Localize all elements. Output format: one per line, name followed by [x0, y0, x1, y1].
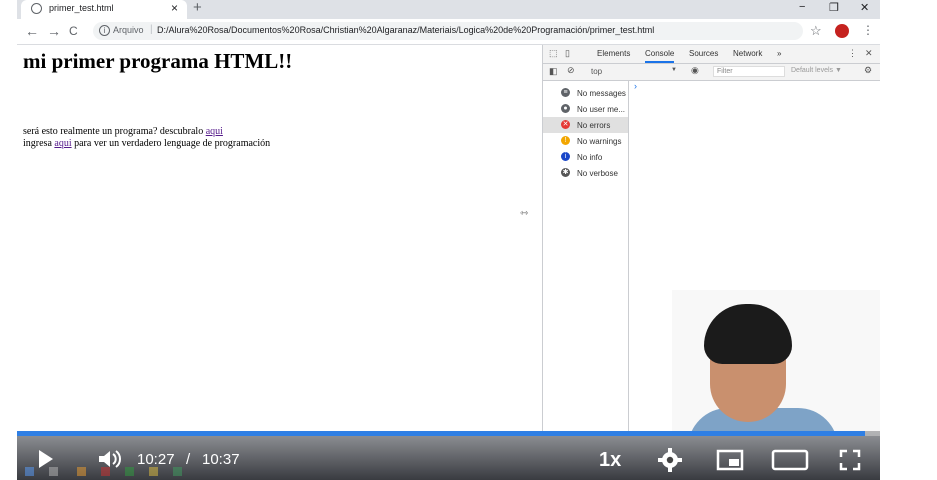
video-frame: primer_test.html × + − ❐ ✕ ← → C i Arqui… [17, 0, 880, 480]
picture-in-picture-icon[interactable] [716, 449, 744, 471]
list-icon: ≡ [561, 88, 570, 97]
link-aqui-2[interactable]: aqui [54, 138, 71, 149]
settings-gear-icon[interactable] [657, 447, 683, 473]
paragraph-line-1: será esto realmente un programa? descubr… [23, 126, 223, 137]
page-heading: mi primer programa HTML!! [23, 49, 293, 73]
devtools-tabbar: ⬚ ▯ Elements Console Sources Network » ⋮… [543, 45, 880, 64]
sidebar-item-label: No verbose [577, 169, 618, 178]
tab-title: primer_test.html [49, 3, 114, 13]
globe-icon [31, 3, 42, 14]
console-filter-bar: ◧ ⊘ top ▼ ◉ Filter Default levels ▼ ⚙ [543, 64, 880, 81]
line2-pre: ingresa [23, 138, 55, 149]
profile-avatar[interactable] [835, 24, 849, 38]
address-bar[interactable]: i Arquivo | D:/Alura%20Rosa/Documentos%2… [93, 22, 803, 40]
sidebar-item-label: No errors [577, 121, 611, 130]
address-separator: | [150, 24, 153, 35]
taskbar-app-icon [125, 467, 134, 476]
sidebar-toggle-icon[interactable]: ◧ [549, 66, 558, 77]
console-filter-info[interactable]: i No info [543, 149, 628, 165]
log-levels-select[interactable]: Default levels ▼ [791, 67, 842, 74]
resize-handle-icon[interactable]: ⇿ [520, 208, 528, 219]
clear-console-icon[interactable]: ⊘ [567, 65, 575, 76]
line1-text: será esto realmente un programa? descubr… [23, 126, 206, 137]
taskbar-app-icon [101, 467, 110, 476]
sidebar-item-label: No info [577, 153, 603, 162]
line2-post: para ver un verdadero lenguage de progra… [71, 138, 271, 149]
taskbar-app-icon [173, 467, 182, 476]
progress-track[interactable] [17, 431, 880, 436]
info-icon: i [561, 152, 570, 161]
new-tab-button[interactable]: + [193, 0, 202, 16]
tab-sources[interactable]: Sources [689, 49, 718, 58]
presenter-webcam [672, 290, 880, 431]
devtools-close-icon[interactable]: ✕ [865, 48, 873, 59]
more-tabs-button[interactable]: » [777, 49, 781, 58]
info-icon[interactable]: i [99, 25, 110, 36]
context-caret-icon[interactable]: ▼ [671, 67, 677, 73]
forward-button[interactable]: → [47, 23, 61, 39]
browser-tab[interactable]: primer_test.html × [21, 0, 187, 19]
reload-button[interactable]: C [69, 24, 78, 38]
browser-toolbar: ← → C i Arquivo | D:/Alura%20Rosa/Docume… [17, 19, 880, 45]
warning-icon: ! [561, 136, 570, 145]
scheme-label: Arquivo [113, 25, 144, 35]
console-filter-bug[interactable]: ✱ No verbose [543, 165, 628, 181]
link-aqui-1[interactable]: aqui [206, 126, 223, 137]
console-filter-error[interactable]: ✕ No errors [543, 117, 628, 133]
playback-speed-button[interactable]: 1x [599, 449, 621, 472]
console-settings-icon[interactable]: ⚙ [864, 65, 872, 76]
tab-close-button[interactable]: × [171, 1, 178, 15]
eye-icon[interactable]: ◉ [691, 65, 699, 76]
console-sidebar: ≡ No messages ● No user me... ✕ No errors! No … [543, 81, 629, 431]
console-filter-input[interactable]: Filter [713, 66, 785, 77]
tab-console[interactable]: Console [645, 49, 675, 63]
taskbar-app-icon [149, 467, 158, 476]
bug-icon: ✱ [561, 168, 570, 177]
taskbar-app-icon [77, 467, 86, 476]
tab-strip: primer_test.html × + − ❐ ✕ [17, 0, 880, 19]
console-filter-warning[interactable]: ! No warnings [543, 133, 628, 149]
tab-elements[interactable]: Elements [597, 49, 630, 58]
inspect-icon[interactable]: ⬚ [549, 48, 558, 59]
progress-fill [17, 431, 866, 436]
console-filter-user[interactable]: ● No user me... [543, 101, 628, 117]
background-taskbar [17, 462, 227, 480]
browser-menu-button[interactable]: ⋮ [862, 23, 874, 37]
tab-network[interactable]: Network [733, 49, 762, 58]
device-toggle-icon[interactable]: ▯ [565, 48, 570, 59]
sidebar-item-label: No messages [577, 89, 626, 98]
fullscreen-icon[interactable] [839, 449, 861, 471]
close-window-button[interactable]: ✕ [860, 1, 869, 14]
windows-start-icon [25, 467, 34, 476]
sidebar-item-label: No warnings [577, 137, 622, 146]
console-prompt-icon[interactable]: › [634, 81, 637, 91]
bookmark-star-icon[interactable]: ☆ [810, 23, 822, 39]
user-icon: ● [561, 104, 570, 113]
back-button[interactable]: ← [25, 23, 39, 39]
sidebar-item-label: No user me... [577, 105, 626, 114]
web-page: mi primer programa HTML!! será esto real… [17, 45, 542, 431]
theater-mode-icon[interactable] [771, 449, 809, 471]
error-icon: ✕ [561, 120, 570, 129]
minimize-button[interactable]: − [799, 1, 805, 13]
paragraph-line-2: ingresa aqui para ver un verdadero lengu… [23, 138, 270, 149]
taskview-icon [49, 467, 58, 476]
devtools-menu-icon[interactable]: ⋮ [848, 48, 857, 59]
console-filter-list[interactable]: ≡ No messages [543, 85, 628, 101]
url-text[interactable]: D:/Alura%20Rosa/Documentos%20Rosa/Christ… [157, 25, 654, 35]
context-select[interactable]: top [591, 67, 602, 76]
restore-button[interactable]: ❐ [829, 1, 839, 14]
